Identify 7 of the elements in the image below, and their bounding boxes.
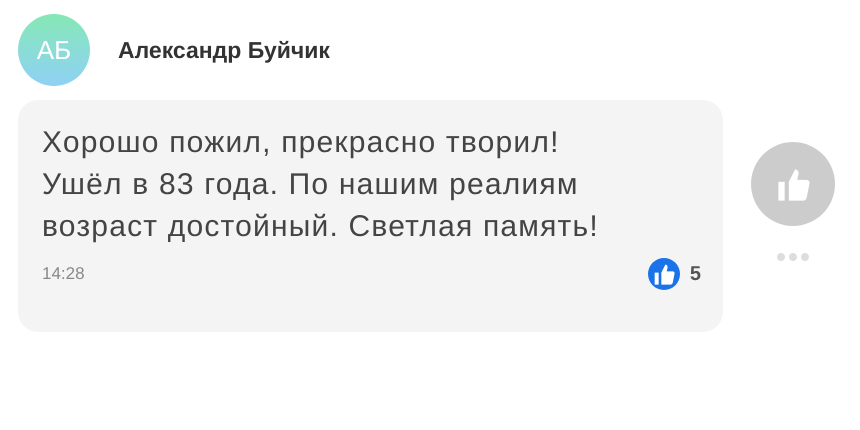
author-name: Александр Буйчик xyxy=(118,36,330,65)
thumbs-up-icon xyxy=(648,258,680,290)
comment-text: Хорошо пожил, прекрасно творил! Ушёл в 83 года. По нашим реалиям возраст достойный. Светлая память! xyxy=(42,125,600,245)
comment-time: 14:28 xyxy=(42,263,85,286)
more-icon[interactable] xyxy=(775,252,811,262)
avatar: АБ xyxy=(18,14,90,86)
like-count: 5 xyxy=(690,262,701,287)
